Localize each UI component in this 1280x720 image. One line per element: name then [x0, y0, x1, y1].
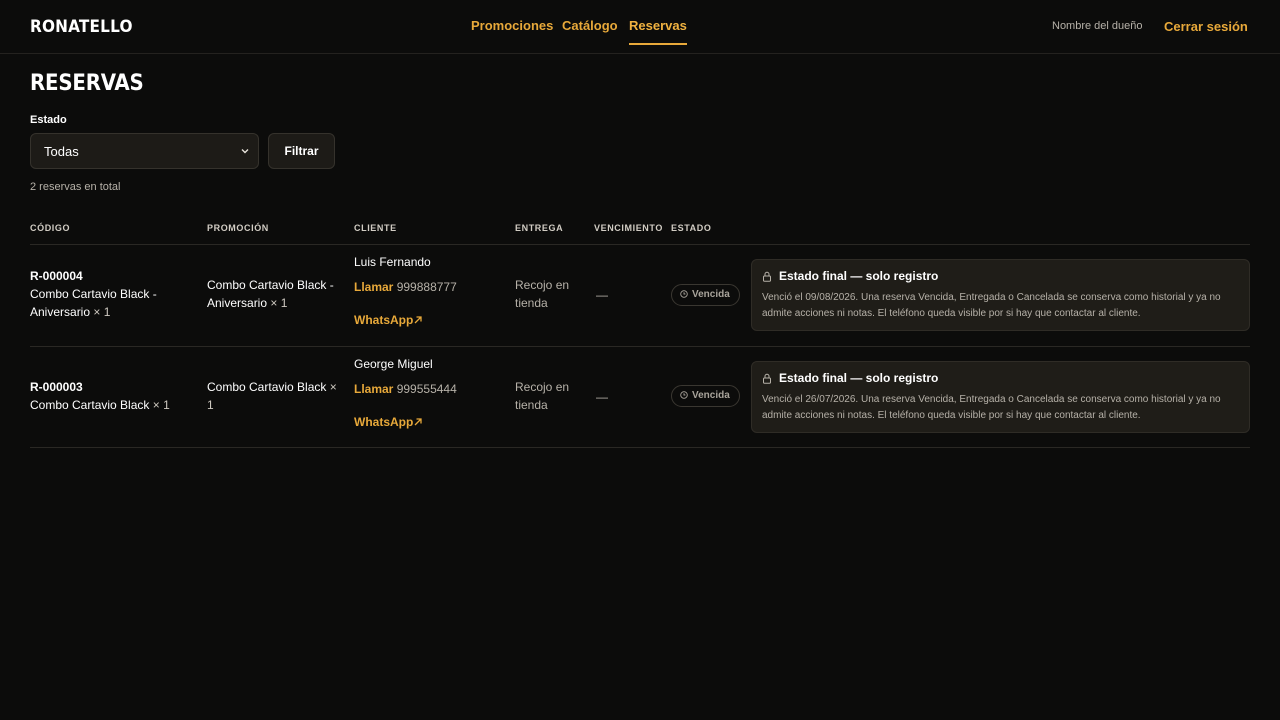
column-header-delivery: ENTREGA [515, 223, 564, 233]
note-title: Estado final — solo registro [779, 371, 939, 385]
logout-button[interactable]: Cerrar sesión [1164, 19, 1248, 34]
lock-icon [763, 271, 771, 282]
client-name: George Miguel [354, 357, 433, 371]
total-count: 2 reservas en total [30, 181, 121, 193]
final-status-note: Estado final — solo registro Venció el 2… [751, 361, 1250, 433]
note-title: Estado final — solo registro [779, 269, 939, 283]
whatsapp-link[interactable]: WhatsApp [354, 313, 422, 327]
nav-item-promociones[interactable]: Promociones [471, 18, 553, 33]
whatsapp-label[interactable]: WhatsApp [354, 415, 413, 429]
promotion-cell: Combo Cartavio Black × 1 [207, 378, 342, 414]
nav-item-catalogo[interactable]: Catálogo [562, 18, 618, 33]
reservation-quantity: × 1 [152, 398, 170, 412]
reservation-code: R-000003 [30, 380, 83, 394]
filter-button[interactable]: Filtrar [268, 133, 335, 169]
status-filter-label: Estado [30, 114, 67, 126]
row-divider [30, 447, 1250, 448]
call-label[interactable]: Llamar [354, 382, 393, 396]
reservation-code: R-000004 [30, 269, 83, 283]
promotion-name: Combo Cartavio Black [207, 380, 327, 394]
expiry-value: — [596, 390, 608, 404]
owner-name: Nombre del dueño [1052, 20, 1143, 32]
reservation-quantity: × 1 [93, 305, 111, 319]
note-text: Venció el 09/08/2026. Una reserva Vencid… [762, 292, 1221, 319]
page-title: RESERVAS [30, 71, 144, 96]
column-header-expiry: VENCIMIENTO [594, 223, 663, 233]
external-link-icon [414, 316, 422, 324]
column-header-code: CÓDIGO [30, 223, 71, 233]
final-status-note: Estado final — solo registro Venció el 0… [751, 259, 1250, 331]
note-text: Venció el 26/07/2026. Una reserva Vencid… [762, 394, 1221, 421]
expiry-value: — [596, 288, 608, 302]
call-link[interactable]: Llamar 999888777 [354, 280, 457, 294]
table-divider [30, 244, 1250, 245]
column-header-client: CLIENTE [354, 223, 397, 233]
whatsapp-link[interactable]: WhatsApp [354, 415, 422, 429]
whatsapp-label[interactable]: WhatsApp [354, 313, 413, 327]
delivery-method: Recojo en tienda [515, 278, 570, 310]
client-name: Luis Fernando [354, 255, 431, 269]
promotion-cell: Combo Cartavio Black - Aniversario × 1 [207, 276, 342, 312]
lock-icon [763, 373, 771, 384]
status-label: Vencida [692, 390, 730, 401]
call-link[interactable]: Llamar 999555444 [354, 382, 457, 396]
status-badge: Vencida [671, 284, 740, 306]
reservation-product: Combo Cartavio Black [30, 398, 150, 412]
nav-item-reservas[interactable]: Reservas [629, 18, 687, 45]
top-navigation-bar: RONATELLO Promociones Catálogo Reservas … [0, 0, 1280, 54]
clock-icon [680, 290, 688, 298]
clock-icon [680, 391, 688, 399]
chevron-down-icon [241, 149, 249, 154]
status-label: Vencida [692, 289, 730, 300]
status-filter-value: Todas [44, 144, 79, 159]
reservation-cell: R-000003 Combo Cartavio Black × 1 [30, 378, 190, 414]
column-header-status: ESTADO [671, 223, 712, 233]
status-filter-select[interactable]: Todas [30, 133, 259, 169]
external-link-icon [414, 418, 422, 426]
promotion-quantity: × 1 [270, 296, 288, 310]
client-phone: 999888777 [396, 280, 457, 294]
call-label[interactable]: Llamar [354, 280, 393, 294]
row-divider [30, 346, 1250, 347]
status-badge: Vencida [671, 385, 740, 407]
delivery-method: Recojo en tienda [515, 380, 570, 412]
column-header-promotion: PROMOCIÓN [207, 223, 269, 233]
client-phone: 999555444 [396, 382, 457, 396]
reservation-cell: R-000004 Combo Cartavio Black - Aniversa… [30, 267, 180, 321]
